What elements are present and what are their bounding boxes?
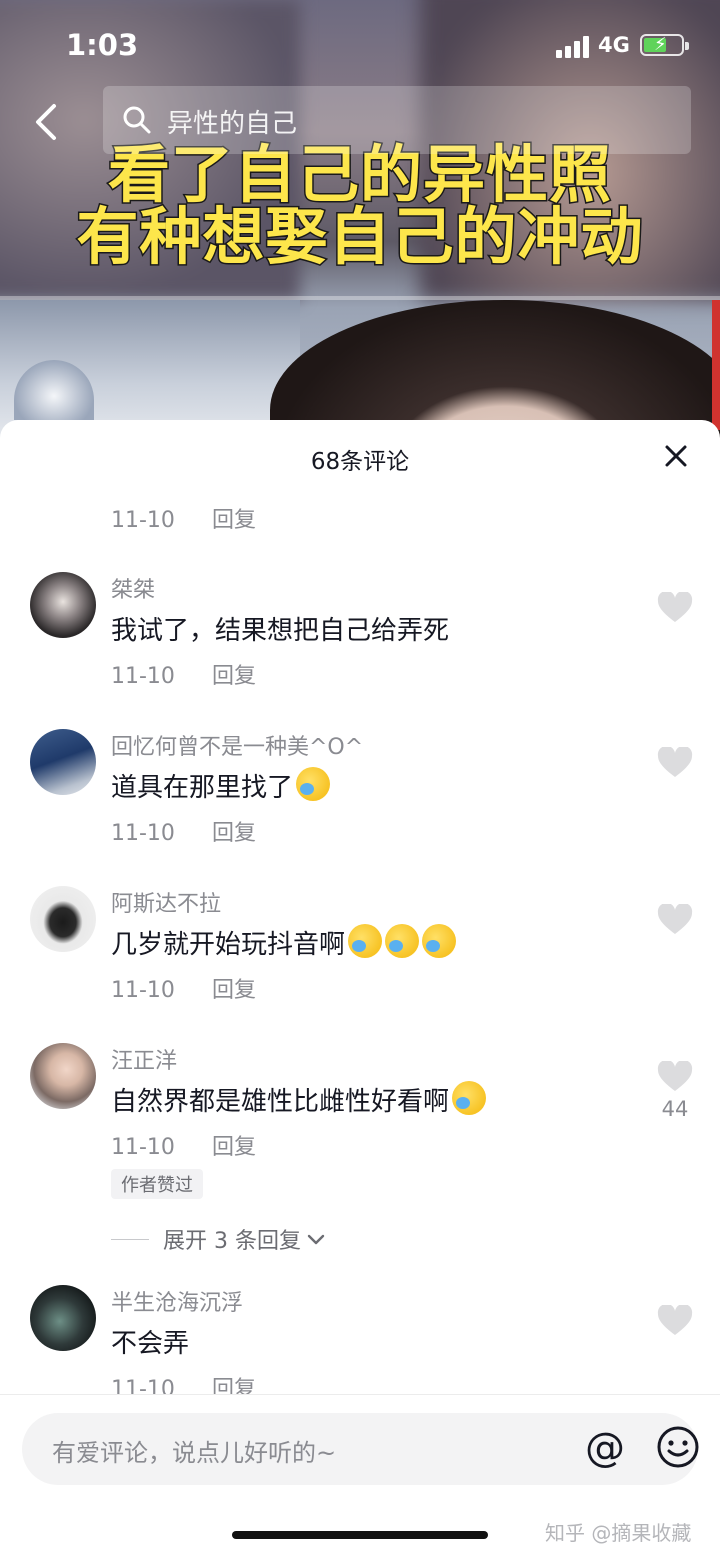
author-liked-badge: 作者赞过 (111, 1169, 203, 1199)
chevron-down-icon (307, 1234, 325, 1245)
laugh-cry-emoji-icon (385, 924, 420, 958)
comment-date: 11-10 (111, 1135, 175, 1160)
signal-icon (556, 36, 590, 58)
avatar[interactable] (30, 572, 96, 638)
heart-icon[interactable] (657, 1305, 693, 1337)
comment-username[interactable]: 桀桀 (111, 572, 155, 604)
avatar[interactable] (30, 886, 96, 952)
comment-meta: 11-10 回复 (111, 815, 256, 847)
comment-sheet: 68条评论 11-10 回复 桀桀 我试了，结果想把自己给弄死 11-10 回复… (0, 420, 720, 1558)
comment-count-title: 68条评论 (310, 449, 410, 475)
comment-meta: 11-10 回复 (111, 972, 256, 1004)
reply-button[interactable]: 回复 (212, 978, 256, 1003)
expand-divider (111, 1238, 149, 1240)
expand-replies-label: 展开 3 条回复 (163, 1229, 301, 1254)
comment-text-content: 道具在那里找了 (111, 773, 294, 803)
comment-username[interactable]: 回忆何曾不是一种美^O^ (111, 729, 363, 761)
reply-button[interactable]: 回复 (212, 1135, 256, 1160)
comment-username[interactable]: 阿斯达不拉 (111, 886, 221, 918)
reply-button[interactable]: 回复 (212, 821, 256, 846)
comment-input-placeholder: 有爱评论，说点儿好听的~ (52, 1439, 337, 1467)
comment-username[interactable]: 半生沧海沉浮 (111, 1285, 243, 1317)
home-indicator (232, 1531, 488, 1539)
heart-icon[interactable] (657, 747, 693, 779)
battery-icon: ⚡ (640, 34, 689, 56)
laugh-cry-emoji-icon (422, 924, 457, 958)
back-icon[interactable] (28, 100, 68, 144)
comment-username[interactable]: 汪正洋 (111, 1043, 177, 1075)
reply-button[interactable]: 回复 (212, 508, 256, 533)
video-face (270, 300, 720, 440)
comment-input-bar: 有爱评论，说点儿好听的~ @ 知乎 @摘果收藏 (0, 1394, 720, 1558)
status-time: 1:03 (66, 28, 139, 62)
comment-text-content: 自然界都是雄性比雌性好看啊 (111, 1087, 450, 1117)
comment-date: 11-10 (111, 508, 175, 533)
comment-text: 几岁就开始玩抖音啊 (111, 924, 457, 961)
comment-date: 11-10 (111, 664, 175, 689)
comment-meta: 11-10 回复 (111, 1129, 256, 1161)
expand-replies-button[interactable]: 展开 3 条回复 (111, 1223, 327, 1255)
comment-meta: 11-10 回复 (111, 502, 256, 534)
heart-icon[interactable] (657, 904, 693, 936)
network-label: 4G (598, 33, 630, 57)
search-query: 异性的自己 (167, 109, 298, 139)
like-count: 44 (661, 1097, 689, 1121)
comment-text-content: 几岁就开始玩抖音啊 (111, 930, 346, 960)
search-icon (123, 106, 151, 134)
comment-input[interactable]: 有爱评论，说点儿好听的~ @ (22, 1413, 700, 1485)
video-red-edge (712, 300, 720, 430)
close-icon[interactable] (664, 444, 688, 468)
heart-icon[interactable] (657, 1061, 693, 1093)
comment-date: 11-10 (111, 978, 175, 1003)
avatar[interactable] (30, 729, 96, 795)
laugh-cry-emoji-icon (452, 1081, 487, 1115)
heart-icon[interactable] (657, 592, 693, 624)
comment-text: 自然界都是雄性比雌性好看啊 (111, 1081, 487, 1118)
avatar[interactable] (30, 1285, 96, 1351)
laugh-cry-emoji-icon (348, 924, 383, 958)
laugh-cry-emoji-icon (296, 767, 331, 801)
comment-text: 道具在那里找了 (111, 767, 331, 804)
smile-icon[interactable] (656, 1425, 700, 1469)
video-caption-line2: 有种想娶自己的冲动 (75, 199, 644, 275)
avatar[interactable] (30, 1043, 96, 1109)
comment-text: 不会弄 (111, 1329, 190, 1359)
comment-text: 我试了，结果想把自己给弄死 (111, 616, 450, 646)
at-icon[interactable]: @ (582, 1425, 628, 1471)
watermark: 知乎 @摘果收藏 (545, 1521, 692, 1545)
comment-meta: 11-10 回复 (111, 658, 256, 690)
comment-date: 11-10 (111, 821, 175, 846)
search-bar[interactable]: 异性的自己 (103, 86, 691, 154)
reply-button[interactable]: 回复 (212, 664, 256, 689)
